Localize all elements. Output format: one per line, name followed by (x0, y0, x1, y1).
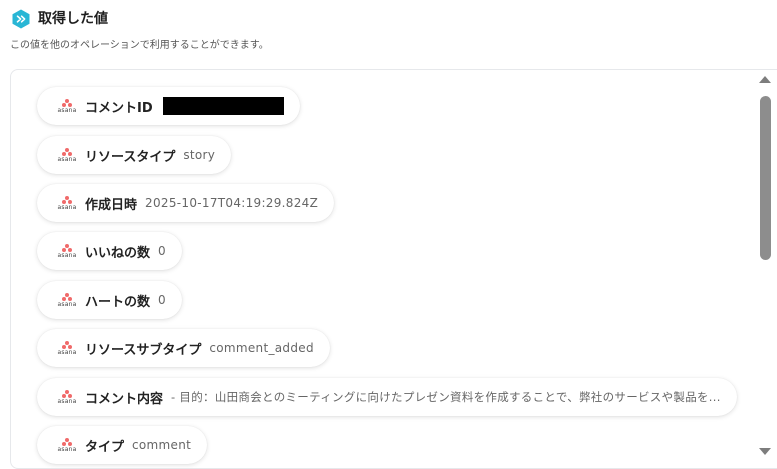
value-chip-comment-body[interactable]: asana コメント内容 - 目的：山田商会とのミーティングに向けたプレゼン資料… (37, 378, 737, 416)
value-chip-type[interactable]: asana タイプ comment (37, 426, 208, 464)
scroll-up-arrow-icon[interactable] (759, 76, 771, 83)
value-chip-created-at[interactable]: asana 作成日時 2025-10-17T04:19:29.824Z (37, 184, 335, 222)
value-label: いいねの数 (85, 245, 151, 261)
asana-logo-icon: asana (57, 340, 77, 356)
value-label: リソースサブタイプ (85, 342, 202, 358)
redacted-value (162, 97, 284, 115)
section-header: 取得した値 (11, 8, 108, 30)
value-label: 作成日時 (85, 197, 138, 213)
asana-logo-icon: asana (57, 98, 77, 114)
asana-logo-icon: asana (57, 243, 77, 259)
scroll-thumb[interactable] (760, 96, 771, 260)
value-chip-likes-count[interactable]: asana いいねの数 0 (37, 232, 182, 270)
values-panel: asana コメントID asana リソースタイプ story asana 作… (10, 69, 777, 469)
asana-logo-icon: asana (57, 195, 77, 211)
asana-logo-icon: asana (57, 389, 77, 405)
section-title: 取得した値 (38, 11, 108, 27)
value-chip-resource-type[interactable]: asana リソースタイプ story (37, 136, 232, 174)
vertical-scrollbar[interactable] (756, 74, 772, 459)
value-text: 0 (158, 293, 166, 307)
asana-logo-icon: asana (57, 292, 77, 308)
value-text: 0 (158, 244, 166, 258)
value-text: story (183, 148, 216, 162)
value-label: コメントID (85, 100, 153, 116)
value-chip-hearts-count[interactable]: asana ハートの数 0 (37, 281, 182, 319)
section-subtitle: この値を他のオペレーションで利用することができます。 (10, 40, 269, 51)
value-chip-resource-subtype[interactable]: asana リソースサブタイプ comment_added (37, 329, 330, 367)
value-text: comment_added (209, 341, 314, 355)
value-text: - 目的：山田商会とのミーティングに向けたプレゼン資料を作成することで、弊社のサ… (171, 390, 721, 404)
value-text: 2025-10-17T04:19:29.824Z (145, 196, 319, 210)
value-label: ハートの数 (85, 294, 151, 310)
value-label: コメント内容 (85, 391, 164, 407)
scroll-down-arrow-icon[interactable] (759, 448, 771, 455)
value-label: リソースタイプ (85, 149, 176, 165)
value-chip-comment-id[interactable]: asana コメントID (37, 87, 300, 125)
asana-logo-icon: asana (57, 147, 77, 163)
value-text: comment (132, 438, 192, 452)
asana-logo-icon: asana (57, 437, 77, 453)
value-label: タイプ (85, 439, 125, 455)
yoom-hex-icon (12, 9, 30, 29)
